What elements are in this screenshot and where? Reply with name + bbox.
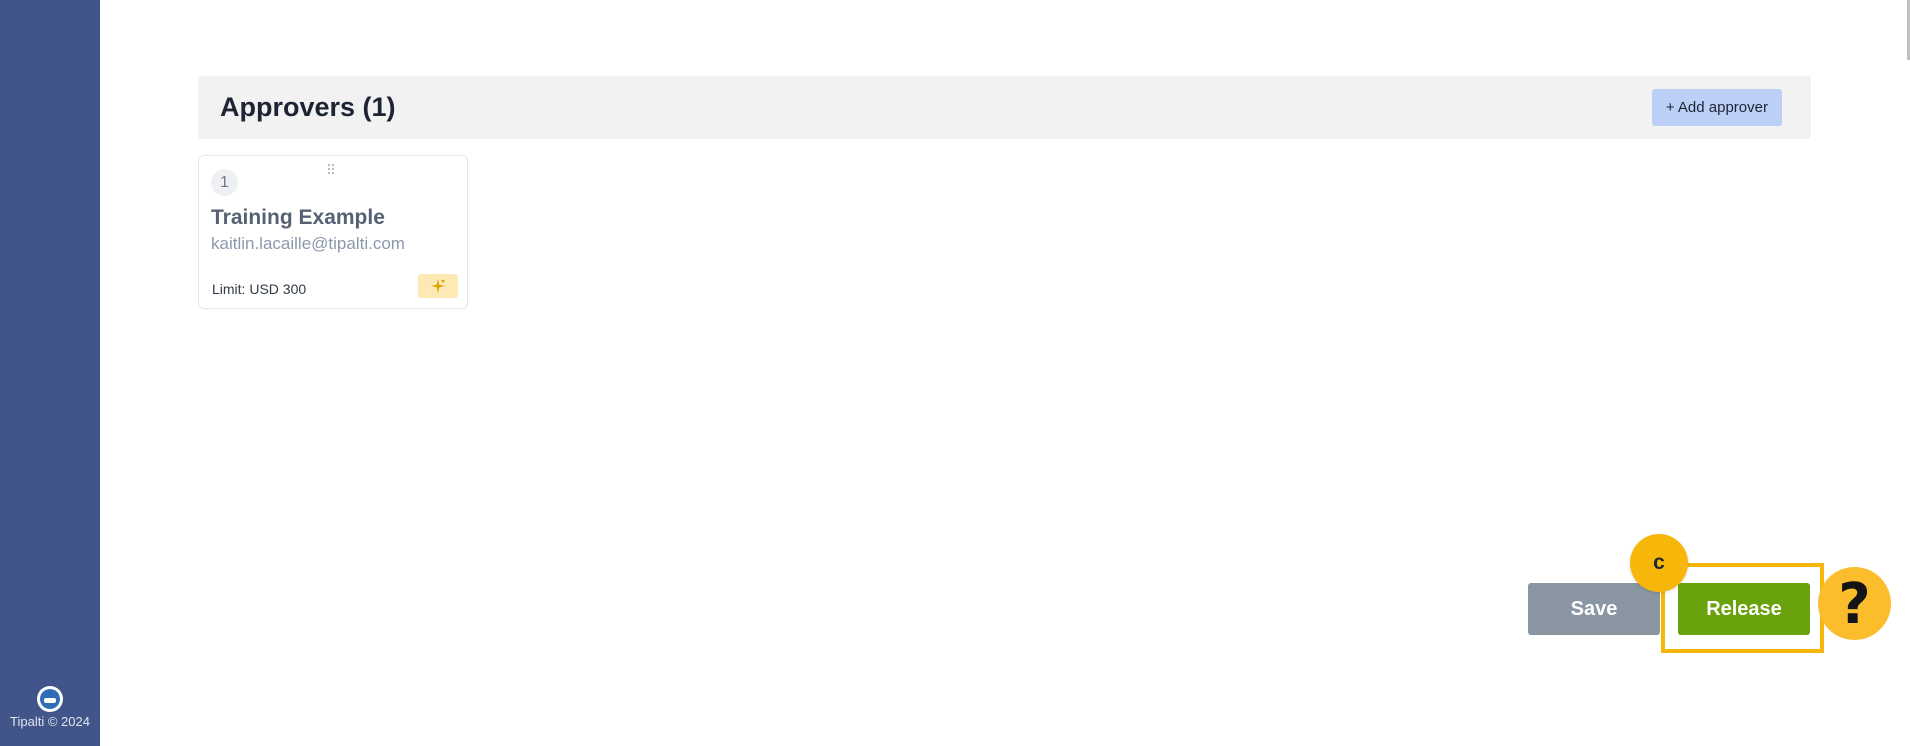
approver-order-badge: 1 xyxy=(211,169,238,196)
approver-card[interactable]: ⠿ 1 Training Example kaitlin.lacaille@ti… xyxy=(198,155,468,309)
sparkle-icon[interactable] xyxy=(418,274,458,298)
approver-name: Training Example xyxy=(211,206,385,229)
help-question-icon[interactable]: ? xyxy=(1818,567,1891,640)
approver-limit: Limit: USD 300 xyxy=(212,281,307,297)
sidebar-copyright: Tipalti © 2024 xyxy=(10,714,90,729)
add-approver-button[interactable]: + Add approver xyxy=(1651,89,1782,126)
save-button[interactable]: Save xyxy=(1528,583,1660,635)
release-button[interactable]: Release xyxy=(1678,583,1810,635)
sidebar: Tipalti © 2024 xyxy=(0,0,100,746)
approver-email: kaitlin.lacaille@tipalti.com xyxy=(211,234,405,253)
step-marker: c xyxy=(1630,534,1688,592)
page: Tipalti © 2024 Approvers (1) + Add appro… xyxy=(0,0,1910,746)
drag-handle-icon[interactable]: ⠿ xyxy=(326,163,337,177)
tipalti-logo-icon xyxy=(37,686,63,712)
approvers-header: Approvers (1) + Add approver xyxy=(198,76,1811,139)
approvers-title: Approvers (1) xyxy=(220,92,396,122)
